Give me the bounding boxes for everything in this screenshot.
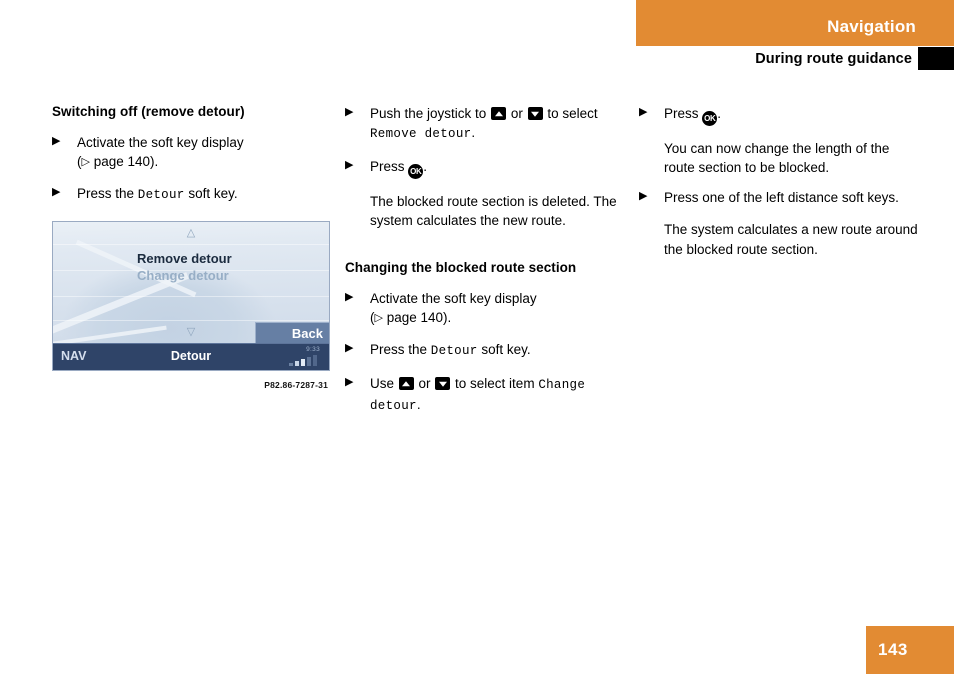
step-text: Activate the soft key display xyxy=(370,291,537,307)
list-item: ▶ Press the Detour soft key. xyxy=(52,184,334,205)
step-text: Press the xyxy=(370,342,431,358)
down-arrow-key-icon xyxy=(527,107,543,120)
page-reference-text: page 140). xyxy=(89,154,159,170)
middle-subheading: Changing the blocked route section xyxy=(345,260,577,276)
middle-column: ▶ Push the joystick to or to select Remo… xyxy=(345,104,625,429)
page-reference-triangle-icon: ▷ xyxy=(81,156,90,169)
soft-key-name: Detour xyxy=(137,188,185,203)
header-black-tab-marker xyxy=(918,47,954,70)
nav-status-clock: 9:33 xyxy=(306,345,320,353)
step-text-end: soft key. xyxy=(184,186,238,202)
nav-menu-item-change-detour[interactable]: Change detour xyxy=(137,267,322,285)
nav-status-title-label: Detour xyxy=(170,348,212,363)
step-text: Press xyxy=(664,106,703,121)
page-reference-text: page 140). xyxy=(382,310,452,326)
nav-menu-list: Remove detour Change detour xyxy=(137,250,322,285)
step-text: to select xyxy=(543,106,598,121)
map-separator-line xyxy=(53,319,329,321)
nav-soft-key-back[interactable]: Back xyxy=(255,321,329,344)
step-text: or xyxy=(507,106,527,121)
step-text: Use xyxy=(370,376,398,392)
page-number: 143 xyxy=(878,640,908,659)
nav-screen: △ Remove detour Change detour ▽ Back NAV… xyxy=(52,220,330,371)
result-paragraph: The system calculates a new route around… xyxy=(664,222,918,257)
page-reference-triangle-icon: ▷ xyxy=(374,312,383,325)
figure-navigation-screen: △ Remove detour Change detour ▽ Back NAV… xyxy=(52,220,330,390)
bullet-triangle-icon: ▶ xyxy=(639,190,648,203)
list-item: ▶ Press one of the left distance soft ke… xyxy=(639,188,921,207)
list-item: ▶ Activate the soft key display (▷ page … xyxy=(52,133,334,171)
bullet-triangle-icon: ▶ xyxy=(345,342,354,355)
list-item: ▶ Press OK. xyxy=(639,104,921,126)
nav-menu-item-remove-detour[interactable]: Remove detour xyxy=(137,250,322,268)
up-arrow-key-icon xyxy=(398,377,414,391)
signal-strength-icon xyxy=(289,354,323,366)
nav-status-bar: NAV Detour 9:33 xyxy=(53,342,329,370)
step-text: soft key. xyxy=(477,342,531,358)
step-text: . xyxy=(471,125,476,141)
step-text: Press xyxy=(370,158,409,174)
list-item: ▶ Use or to select item Change detour. xyxy=(345,374,625,416)
right-column: ▶ Press OK. You can now change the lengt… xyxy=(639,104,921,272)
step-text: Press the xyxy=(77,186,138,202)
figure-caption: P82.86-7287-31 xyxy=(264,379,328,390)
bullet-triangle-icon: ▶ xyxy=(345,158,354,171)
bullet-triangle-icon: ▶ xyxy=(345,376,354,389)
result-paragraph: The blocked route section is deleted. Th… xyxy=(370,193,617,229)
step-text: Press one of the left distance soft keys… xyxy=(664,190,899,206)
scroll-up-icon[interactable]: △ xyxy=(187,227,195,239)
up-arrow-key-icon xyxy=(491,107,507,120)
scroll-down-icon[interactable]: ▽ xyxy=(187,326,195,338)
left-column: Switching off (remove detour) ▶ Activate… xyxy=(52,104,334,390)
list-item: ▶ Push the joystick to or to select Remo… xyxy=(345,104,625,144)
bullet-triangle-icon: ▶ xyxy=(52,186,61,199)
section-title: During route guidance xyxy=(755,51,912,67)
result-paragraph: You can now change the length of the rou… xyxy=(664,141,890,176)
bullet-triangle-icon: ▶ xyxy=(345,291,354,304)
footer-page-block: 143 xyxy=(866,626,954,674)
bullet-triangle-icon: ▶ xyxy=(639,106,648,118)
bullet-triangle-icon: ▶ xyxy=(52,134,61,147)
step-text: Activate the soft key display xyxy=(77,134,244,150)
map-separator-line xyxy=(53,243,329,245)
soft-key-name: Detour xyxy=(430,344,478,359)
ok-key-icon: OK xyxy=(408,163,424,179)
step-text: or xyxy=(414,376,435,392)
ok-key-icon: OK xyxy=(702,111,718,126)
bullet-triangle-icon: ▶ xyxy=(345,106,354,118)
down-arrow-key-icon xyxy=(435,377,451,391)
list-item: ▶ Press OK. xyxy=(345,157,625,179)
menu-item-name: Remove detour xyxy=(370,127,472,142)
left-subheading: Switching off (remove detour) xyxy=(52,104,245,119)
list-item: ▶ Activate the soft key display (▷ page … xyxy=(345,289,625,327)
map-separator-line xyxy=(53,295,329,297)
step-text: . xyxy=(416,396,421,412)
chapter-title: Navigation xyxy=(827,17,916,36)
step-text: Push the joystick to xyxy=(370,106,491,121)
step-text: to select item xyxy=(451,376,539,392)
step-text: . xyxy=(423,158,428,174)
step-text: . xyxy=(717,106,722,121)
list-item: ▶ Press the Detour soft key. xyxy=(345,340,625,361)
